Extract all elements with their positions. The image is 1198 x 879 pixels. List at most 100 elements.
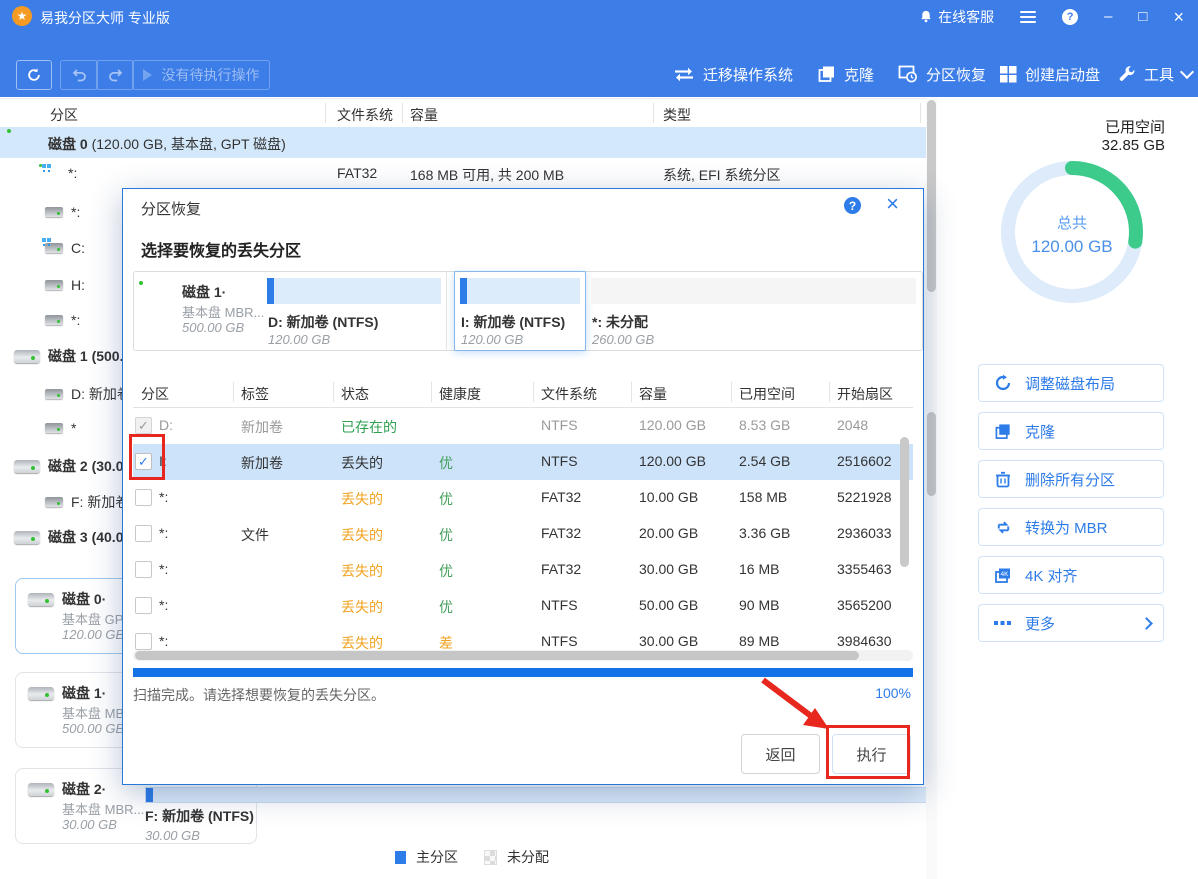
bell-icon xyxy=(919,9,933,24)
dialog-table-row[interactable]: *: 丢失的 优 NTFS 50.00 GB 90 MB 3565200 xyxy=(133,588,913,624)
play-icon xyxy=(142,69,152,81)
clone-icon xyxy=(993,421,1013,441)
partition-recovery-label: 分区恢复 xyxy=(926,66,987,84)
tree-partition-item[interactable]: H: xyxy=(45,277,85,293)
cell-partition: *: xyxy=(159,561,169,577)
main-table-header: 分区 文件系统 容量 类型 xyxy=(0,98,926,129)
segment-i-selected[interactable]: I: 新加卷 (NTFS) 120.00 GB xyxy=(454,271,586,351)
close-button[interactable]: × xyxy=(1173,8,1184,26)
tree-disk-item[interactable]: 磁盘 3 (40.0 xyxy=(14,527,123,547)
used-space-sliver xyxy=(267,278,274,304)
dialog-table-body: ✓ D: 新加卷 已存在的 NTFS 120.00 GB 8.53 GB 2048 ✓ I: 新加卷… xyxy=(133,408,913,655)
row-checkbox[interactable]: ✓ xyxy=(135,417,152,434)
online-service-button[interactable]: 在线客服 xyxy=(919,7,994,27)
cell-capacity: 20.00 GB xyxy=(639,525,699,541)
col-health: 健康度 xyxy=(439,386,481,402)
dialog-table-row[interactable]: ✓ I: 新加卷 丢失的 优 NTFS 120.00 GB 2.54 GB 2516602 xyxy=(133,444,913,480)
convert-to-mbr-button[interactable]: 转换为 MBR xyxy=(978,508,1164,546)
create-boot-disk-button[interactable]: 创建启动盘 xyxy=(1000,60,1100,88)
tree-partition-item[interactable]: * xyxy=(45,420,76,436)
partition-recovery-button[interactable]: 分区恢复 xyxy=(898,60,986,88)
dialog-table-row[interactable]: *: 文件 丢失的 优 FAT32 20.00 GB 3.36 GB 2936033 xyxy=(133,516,913,552)
adjust-layout-label: 调整磁盘布局 xyxy=(1025,375,1116,393)
cell-partition: *: xyxy=(159,633,169,649)
segment-d[interactable]: D: 新加卷 (NTFS) 120.00 GB xyxy=(262,272,447,350)
partition-icon xyxy=(42,238,63,253)
cell-status: 丢失的 xyxy=(341,563,383,579)
tree-partition-item[interactable]: *: xyxy=(45,204,80,220)
convert-icon xyxy=(993,517,1013,537)
row-checkbox[interactable]: ✓ xyxy=(135,453,152,470)
migrate-os-button[interactable]: 迁移操作系统 xyxy=(673,60,793,88)
legend: 主分区 未分配 xyxy=(395,847,549,867)
efi-partition-row[interactable]: *: FAT32 168 MB 可用, 共 200 MB 系统, EFI 系统分… xyxy=(0,158,926,189)
segment-label: I: 新加卷 (NTFS) xyxy=(461,314,566,330)
dialog-help-icon[interactable]: ? xyxy=(844,197,861,214)
cell-capacity: 30.00 GB xyxy=(639,633,699,649)
dialog-hscroll-thumb[interactable] xyxy=(135,651,859,660)
segment-bar xyxy=(460,278,580,304)
svg-text:4K: 4K xyxy=(1001,571,1010,578)
row-checkbox[interactable] xyxy=(135,561,152,578)
row-checkbox[interactable] xyxy=(135,489,152,506)
clone-disk-label: 克隆 xyxy=(1025,423,1056,441)
4k-align-button[interactable]: 4K 4K 对齐 xyxy=(978,556,1164,594)
tree-partition-item[interactable]: D: 新加卷 xyxy=(45,384,131,404)
tools-button[interactable]: 工具 xyxy=(1118,60,1195,88)
partition-bar-f[interactable] xyxy=(145,787,927,803)
disk-icon xyxy=(28,783,54,796)
adjust-layout-button[interactable]: 调整磁盘布局 xyxy=(978,364,1164,402)
back-button[interactable]: 返回 xyxy=(741,734,820,774)
execute-button[interactable]: 执行 xyxy=(832,734,911,774)
4k-icon: 4K xyxy=(993,565,1013,585)
row-checkbox[interactable] xyxy=(135,633,152,650)
menu-icon[interactable] xyxy=(1020,10,1037,23)
cell-fs: FAT32 xyxy=(541,561,582,577)
redo-button[interactable] xyxy=(96,60,134,90)
cell-health: 优 xyxy=(439,563,453,579)
col-start-sector: 开始扇区 xyxy=(837,386,893,402)
segment-unallocated[interactable]: *: 未分配 260.00 GB xyxy=(586,272,921,350)
minimize-button[interactable]: – xyxy=(1104,9,1112,24)
dialog-vscroll-thumb[interactable] xyxy=(900,437,909,567)
maximize-button[interactable]: □ xyxy=(1138,9,1147,24)
cell-fs: FAT32 xyxy=(541,489,582,505)
delete-all-partitions-button[interactable]: 删除所有分区 xyxy=(978,460,1164,498)
col-capacity: 容量 xyxy=(639,386,667,402)
tree-partition-item[interactable]: C: xyxy=(42,238,85,256)
tree-disk-item[interactable]: 磁盘 2 (30.0 xyxy=(14,456,123,476)
more-button[interactable]: 更多 xyxy=(978,604,1164,642)
main-scrollbar-thumb[interactable] xyxy=(927,100,936,292)
tree-partition-item[interactable]: F: 新加卷 xyxy=(45,492,129,512)
total-value: 120.00 GB xyxy=(1031,237,1113,256)
dialog-close-icon[interactable]: × xyxy=(886,193,899,215)
dialog-table-row[interactable]: *: 丢失的 优 FAT32 30.00 GB 16 MB 3355463 xyxy=(133,552,913,588)
clone-disk-button[interactable]: 克隆 xyxy=(978,412,1164,450)
tree-disk-item[interactable]: 磁盘 1 (500. xyxy=(14,346,123,366)
refresh-button[interactable] xyxy=(16,60,52,90)
clone-button[interactable]: 克隆 xyxy=(818,60,874,88)
tree-partition-item[interactable]: *: xyxy=(45,312,80,328)
cell-status: 丢失的 xyxy=(341,455,383,471)
secondary-scrollbar-thumb[interactable] xyxy=(927,412,936,496)
online-service-label: 在线客服 xyxy=(938,8,995,25)
undo-button[interactable] xyxy=(60,60,98,90)
dialog-table-row[interactable]: ✓ D: 新加卷 已存在的 NTFS 120.00 GB 8.53 GB 2048 xyxy=(133,408,913,444)
cell-partition: I: xyxy=(159,453,167,469)
tree-item-label: F: 新加卷 xyxy=(71,494,130,510)
segment-size: 260.00 GB xyxy=(592,332,655,347)
cell-capacity: 10.00 GB xyxy=(639,489,699,505)
row-checkbox[interactable] xyxy=(135,525,152,542)
create-boot-disk-label: 创建启动盘 xyxy=(1025,66,1101,84)
disk0-row[interactable]: 磁盘 0 (120.00 GB, 基本盘, GPT 磁盘) xyxy=(0,127,926,158)
window-chrome: ★ 易我分区大师 专业版 在线客服 ? – □ × 没有待执行操作 迁移操作系统… xyxy=(0,0,1198,97)
dialog-table-row[interactable]: *: 丢失的 优 FAT32 10.00 GB 158 MB 5221928 xyxy=(133,480,913,516)
efi-fs: FAT32 xyxy=(337,165,378,181)
disk-card-name: 磁盘 0· xyxy=(62,591,107,607)
row-checkbox[interactable] xyxy=(135,597,152,614)
col-partition: 分区 xyxy=(50,107,78,123)
segment-bar-unallocated xyxy=(591,278,916,304)
help-icon[interactable]: ? xyxy=(1062,8,1079,25)
disk-card-name: 磁盘 1· xyxy=(62,685,107,701)
cell-label: 新加卷 xyxy=(241,419,283,435)
